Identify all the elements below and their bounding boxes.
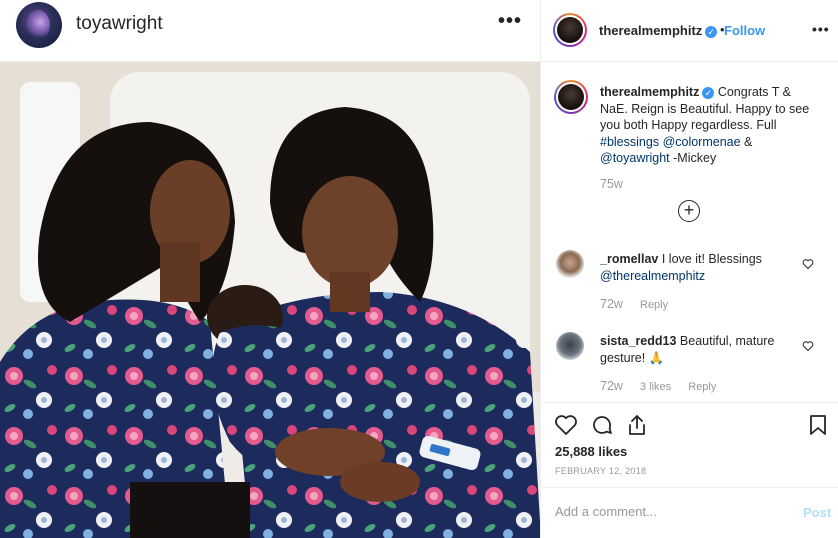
- add-comment-input[interactable]: [555, 504, 775, 519]
- more-options-icon[interactable]: •••: [498, 10, 522, 33]
- post-comment-button[interactable]: Post: [803, 505, 831, 520]
- header-username[interactable]: therealmemphitz ✓: [599, 23, 718, 38]
- comment-like-heart-icon[interactable]: [802, 340, 814, 352]
- bookmark-icon[interactable]: [806, 413, 830, 437]
- comment-time[interactable]: 72w: [600, 297, 623, 311]
- share-icon[interactable]: [625, 413, 649, 437]
- header-username-text[interactable]: therealmemphitz: [599, 23, 702, 38]
- likes-count[interactable]: 25,888 likes: [555, 444, 627, 459]
- side-header: therealmemphitz ✓ • Follow •••: [541, 0, 838, 62]
- reply-button[interactable]: Reply: [688, 381, 716, 393]
- photo-illustration: [0, 62, 541, 538]
- panel-divider: [540, 0, 541, 538]
- commenter-avatar[interactable]: [556, 332, 584, 360]
- reply-button[interactable]: Reply: [640, 299, 668, 311]
- caption-avatar[interactable]: [554, 80, 588, 114]
- comment: sista_redd13 Beautiful, mature gesture! …: [600, 333, 800, 366]
- comment-likes[interactable]: 3 likes: [640, 381, 671, 393]
- author-avatar[interactable]: [16, 2, 62, 48]
- mention-link[interactable]: @therealmemphitz: [600, 269, 705, 283]
- comment: _romellav I love it! Blessings @therealm…: [600, 251, 800, 284]
- comment-time[interactable]: 72w: [600, 379, 623, 393]
- caption-username[interactable]: therealmemphitz: [600, 85, 699, 99]
- verified-badge-icon: ✓: [705, 25, 718, 38]
- post-date[interactable]: FEBRUARY 12, 2018: [555, 466, 646, 476]
- actions-divider: [541, 402, 838, 403]
- caption-signoff: -Mickey: [669, 151, 717, 165]
- caption: therealmemphitz ✓ Congrats T & NaE. Reign…: [600, 84, 815, 167]
- verified-badge-icon: ✓: [702, 86, 715, 99]
- comment-meta: 72w Reply: [600, 297, 682, 311]
- comment-like-heart-icon[interactable]: [802, 258, 814, 270]
- add-comment-divider: [541, 487, 838, 488]
- comment-username[interactable]: _romellav: [600, 252, 658, 266]
- caption-time[interactable]: 75w: [600, 177, 623, 191]
- post-header: toyawright •••: [0, 0, 541, 62]
- hashtag-link[interactable]: #blessings: [600, 135, 659, 149]
- comment-text: I love it! Blessings: [661, 252, 762, 266]
- comment-bubble-icon[interactable]: [590, 413, 614, 437]
- caption-amp: &: [740, 134, 753, 149]
- more-options-icon[interactable]: •••: [812, 21, 830, 37]
- follow-button[interactable]: Follow: [724, 23, 765, 38]
- commenter-avatar[interactable]: [556, 250, 584, 278]
- mention-link[interactable]: @colormenae: [663, 135, 741, 149]
- header-avatar[interactable]: [553, 13, 587, 47]
- like-heart-icon[interactable]: [554, 413, 578, 437]
- load-more-comments-icon[interactable]: +: [678, 200, 700, 222]
- author-username[interactable]: toyawright: [76, 13, 163, 35]
- mention-link[interactable]: @toyawright: [600, 151, 670, 165]
- comment-username[interactable]: sista_redd13: [600, 334, 676, 348]
- post-photo[interactable]: [0, 62, 541, 538]
- comment-meta: 72w 3 likes Reply: [600, 379, 730, 393]
